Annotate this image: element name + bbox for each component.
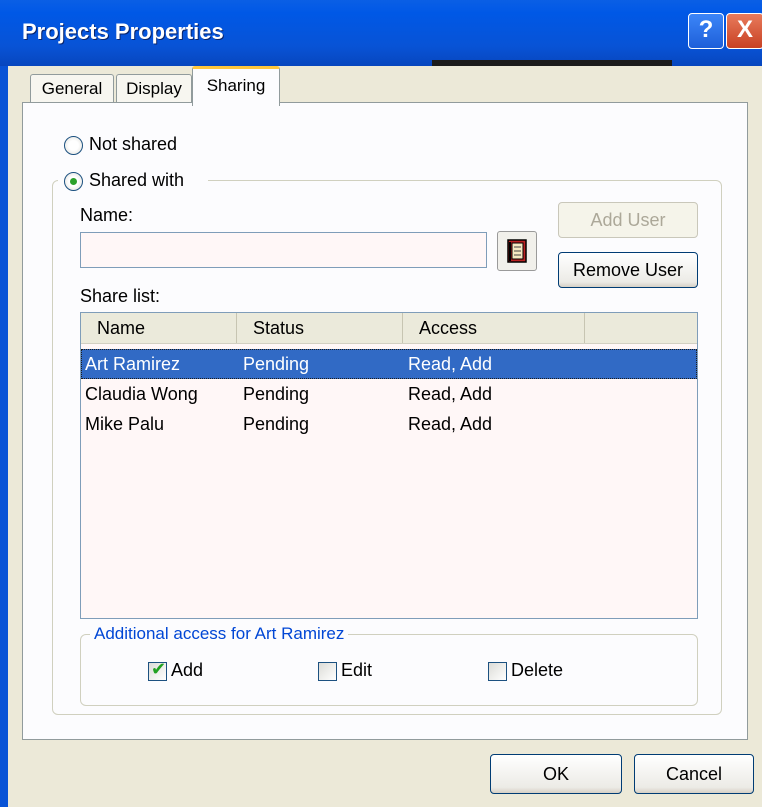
table-row[interactable]: Art Ramirez Pending Read, Add (81, 349, 697, 379)
tab-general[interactable]: General (30, 74, 114, 104)
close-button[interactable]: X (726, 13, 762, 49)
remove-user-button[interactable]: Remove User (558, 252, 698, 288)
not-shared-label[interactable]: Not shared (89, 134, 177, 155)
help-icon: ? (698, 16, 714, 43)
row-status: Pending (243, 414, 310, 434)
row-name: Art Ramirez (85, 354, 181, 374)
radio-selected-dot (70, 178, 77, 185)
tab-display[interactable]: Display (116, 74, 192, 104)
row-access: Read, Add (408, 354, 493, 374)
add-user-button[interactable]: Add User (558, 202, 698, 238)
column-header-name[interactable]: Name (81, 313, 237, 343)
title-bar-strip (432, 60, 672, 66)
check-icon: ✔ (151, 659, 167, 679)
title-bar: Projects Properties ? X (0, 0, 762, 66)
name-label: Name: (80, 205, 134, 225)
edit-checkbox-label[interactable]: Edit (341, 660, 372, 681)
row-access: Read, Add (408, 384, 493, 404)
shared-with-label[interactable]: Shared with (89, 170, 184, 191)
column-header-access[interactable]: Access (403, 313, 585, 343)
add-checkbox[interactable]: ✔ (148, 659, 167, 681)
delete-checkbox-label[interactable]: Delete (511, 660, 563, 681)
cancel-button[interactable]: Cancel (634, 754, 754, 794)
row-name: Mike Palu (85, 414, 165, 434)
address-book-icon (507, 239, 527, 263)
additional-access-title: Additional access for Art Ramirez (90, 624, 349, 644)
add-checkbox-label[interactable]: Add (171, 660, 203, 681)
ok-button[interactable]: OK (490, 754, 622, 794)
not-shared-radio[interactable] (64, 136, 83, 155)
row-name: Claudia Wong (85, 384, 198, 404)
shared-with-radio[interactable] (64, 172, 83, 191)
window-frame-left (0, 66, 8, 807)
row-status: Pending (243, 384, 310, 404)
close-icon: X (736, 16, 753, 43)
edit-checkbox[interactable] (318, 662, 337, 681)
row-access: Read, Add (408, 414, 493, 434)
table-row[interactable]: Mike Palu Pending Read, Add (81, 409, 697, 439)
row-status: Pending (243, 354, 310, 374)
delete-checkbox[interactable] (488, 662, 507, 681)
help-button[interactable]: ? (688, 13, 724, 49)
list-header: Name Status Access (81, 313, 697, 344)
tab-sharing[interactable]: Sharing (192, 66, 280, 106)
column-header-status[interactable]: Status (237, 313, 403, 343)
window-title: Projects Properties (22, 19, 224, 44)
address-book-button[interactable] (497, 231, 537, 271)
share-list[interactable]: Name Status Access Art Ramirez Pending R… (80, 312, 698, 619)
name-input[interactable] (80, 232, 487, 268)
table-row[interactable]: Claudia Wong Pending Read, Add (81, 379, 697, 409)
share-list-label: Share list: (80, 286, 161, 306)
